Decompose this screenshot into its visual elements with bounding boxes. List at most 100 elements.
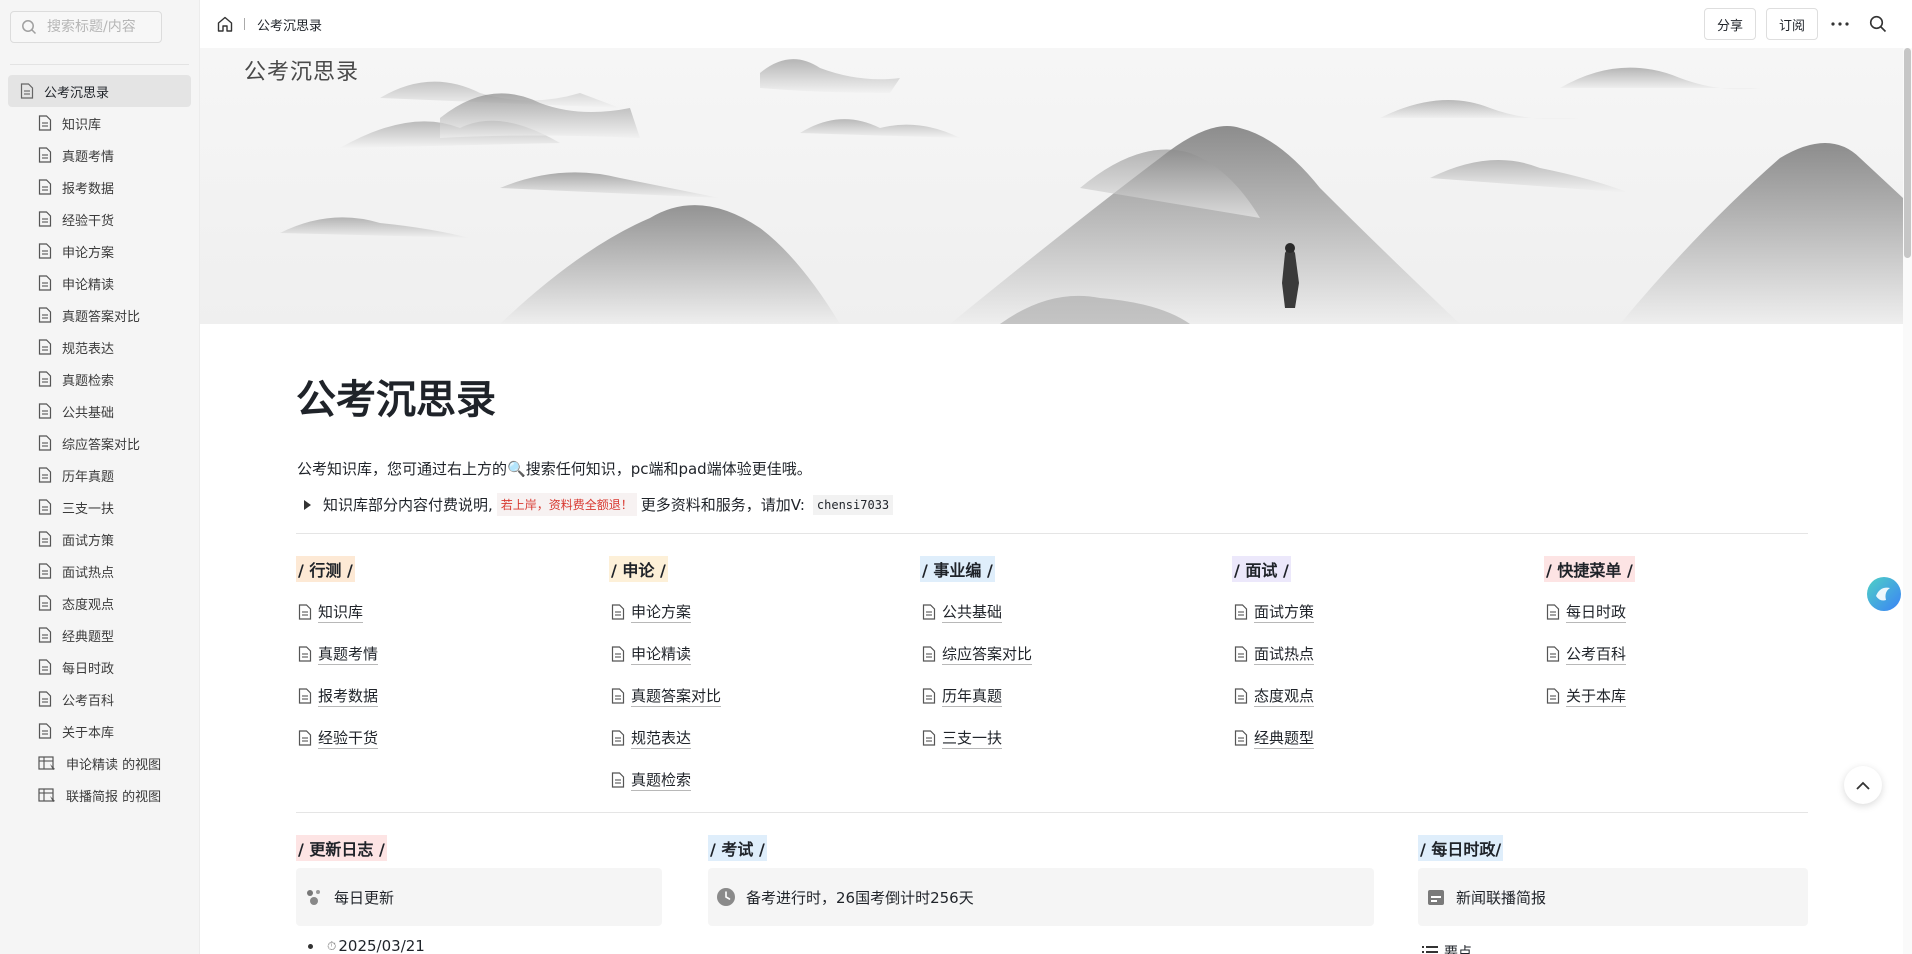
scrollbar-thumb[interactable]	[1904, 48, 1911, 258]
sidebar-item[interactable]: 知识库	[0, 107, 199, 139]
sidebar-item[interactable]: 面试热点	[0, 555, 199, 587]
wechat-id-code: chensi7033	[812, 494, 894, 515]
sidebar-item-label: 知识库	[62, 117, 102, 133]
document-icon	[1234, 730, 1248, 746]
category-link-label: 面试热点	[1254, 644, 1315, 665]
document-icon	[1234, 604, 1248, 620]
sidebar-item[interactable]: 真题检索	[0, 363, 199, 395]
back-to-top-button[interactable]	[1844, 766, 1882, 804]
category-link[interactable]: 申论精读	[611, 633, 721, 675]
category-link-label: 每日时政	[1566, 602, 1627, 623]
category-link[interactable]: 每日时政	[1546, 591, 1635, 633]
sidebar-item-label: 三支一扶	[62, 501, 115, 517]
sidebar-item[interactable]: 三支一扶	[0, 491, 199, 523]
category-link[interactable]: 规范表达	[611, 717, 721, 759]
intro-text: 公考知识库，您可通过右上方的🔍搜索任何知识，pc端和pad端体验更佳哦。	[297, 458, 812, 479]
document-icon	[1234, 646, 1248, 662]
category-link[interactable]: 报考数据	[298, 675, 379, 717]
document-icon	[38, 147, 52, 163]
sidebar-item-label: 面试方策	[62, 533, 115, 549]
breadcrumb-separator	[244, 18, 245, 30]
news-brief-card[interactable]: 新闻联播简报	[1418, 868, 1808, 926]
sidebar-item-label: 真题考情	[62, 149, 115, 165]
category-link[interactable]: 面试方策	[1234, 591, 1315, 633]
category-link[interactable]: 公考百科	[1546, 633, 1635, 675]
category-link[interactable]: 经验干货	[298, 717, 379, 759]
sidebar-item-label: 历年真题	[62, 469, 115, 485]
subscribe-button[interactable]: 订阅	[1765, 8, 1818, 40]
document-icon	[1546, 646, 1560, 662]
sidebar-item[interactable]: 历年真题	[0, 459, 199, 491]
document-icon	[38, 211, 52, 227]
document-icon	[38, 499, 52, 515]
sidebar-item-label: 公考沉思录	[44, 85, 110, 101]
category-link[interactable]: 态度观点	[1234, 675, 1315, 717]
fee-note-toggle[interactable]: 知识库部分内容付费说明, 若上岸，资料费全额退！ 更多资料和服务，请加V: ch…	[304, 493, 894, 516]
sidebar-item[interactable]: 申论精读	[0, 267, 199, 299]
category-link[interactable]: 申论方案	[611, 591, 721, 633]
ink-mountain-illustration	[280, 59, 1903, 324]
sidebar-item[interactable]: 每日时政	[0, 651, 199, 683]
document-icon	[38, 595, 52, 611]
document-icon	[38, 179, 52, 195]
sidebar-item[interactable]: 公共基础	[0, 395, 199, 427]
sidebar-item[interactable]: 公考百科	[0, 683, 199, 715]
sidebar-item[interactable]: 申论方案	[0, 235, 199, 267]
triangle-right-icon	[304, 499, 311, 510]
category-heading: / 行测 /	[296, 556, 355, 582]
sidebar-item[interactable]: 真题考情	[0, 139, 199, 171]
document-icon	[611, 730, 625, 746]
sidebar-item[interactable]: 综应答案对比	[0, 427, 199, 459]
category-link[interactable]: 真题检索	[611, 759, 721, 801]
log-entry: ⏱ 2025/03/21	[308, 937, 425, 954]
category-link[interactable]: 面试热点	[1234, 633, 1315, 675]
sidebar-item-label: 综应答案对比	[62, 437, 141, 453]
sidebar-item[interactable]: 真题答案对比	[0, 299, 199, 331]
log-date: 2025/03/21	[338, 937, 425, 954]
sidebar-item[interactable]: 态度观点	[0, 587, 199, 619]
sidebar-item[interactable]: 经典题型	[0, 619, 199, 651]
sidebar-item-label: 申论精读 的视图	[66, 757, 162, 773]
document-icon	[611, 604, 625, 620]
page-title: 公考沉思录	[296, 377, 496, 423]
search-input[interactable]	[47, 19, 157, 35]
category-link[interactable]: 经典题型	[1234, 717, 1315, 759]
breadcrumb[interactable]: 公考沉思录	[257, 15, 322, 34]
category-link[interactable]: 综应答案对比	[922, 633, 1033, 675]
sidebar: 公考沉思录 知识库真题考情报考数据经验干货申论方案申论精读真题答案对比规范表达真…	[0, 0, 200, 954]
sidebar-tree: 公考沉思录 知识库真题考情报考数据经验干货申论方案申论精读 真题答案对比 规范表达真…	[0, 75, 199, 811]
sidebar-view-item[interactable]: 联播简报 的视图	[0, 779, 199, 811]
sidebar-item[interactable]: 经验干货	[0, 203, 199, 235]
sidebar-item[interactable]: 关于本库	[0, 715, 199, 747]
category-link-label: 真题答案对比	[631, 686, 722, 707]
daily-update-label: 每日更新	[334, 888, 395, 907]
category-link[interactable]: 历年真题	[922, 675, 1032, 717]
search-box[interactable]	[10, 11, 162, 43]
sidebar-item-label: 申论方案	[62, 245, 115, 261]
home-icon[interactable]	[216, 15, 234, 33]
category-column: / 行测 / 知识库 真题考情 报考数据 经验干货	[296, 556, 379, 759]
sidebar-item[interactable]: 报考数据	[0, 171, 199, 203]
sidebar-view-item[interactable]: 申论精读 的视图	[0, 747, 199, 779]
exam-countdown-card[interactable]: 备考进行时，26国考倒计时256天	[708, 868, 1374, 926]
document-icon	[611, 772, 625, 788]
sidebar-item[interactable]: 规范表达	[0, 331, 199, 363]
search-button[interactable]	[1862, 8, 1894, 40]
top-actions: 分享 订阅	[1694, 8, 1894, 40]
sidebar-item[interactable]: 面试方策	[0, 523, 199, 555]
category-link[interactable]: 关于本库	[1546, 675, 1635, 717]
category-link[interactable]: 公共基础	[922, 591, 1032, 633]
document-icon	[20, 83, 34, 99]
category-link[interactable]: 知识库	[298, 591, 378, 633]
calendar-icon	[1428, 890, 1444, 905]
more-button[interactable]	[1824, 8, 1856, 40]
category-link[interactable]: 三支一扶	[922, 717, 1032, 759]
category-link[interactable]: 真题考情	[298, 633, 379, 675]
daily-update-card[interactable]: 每日更新	[296, 868, 662, 926]
sidebar-item-root[interactable]: 公考沉思录	[8, 75, 191, 107]
document-icon	[922, 730, 936, 746]
share-button[interactable]: 分享	[1703, 8, 1756, 40]
category-link[interactable]: 真题答案对比	[611, 675, 722, 717]
sidebar-item-label: 报考数据	[62, 181, 115, 197]
assistant-logo-icon[interactable]	[1866, 576, 1902, 612]
